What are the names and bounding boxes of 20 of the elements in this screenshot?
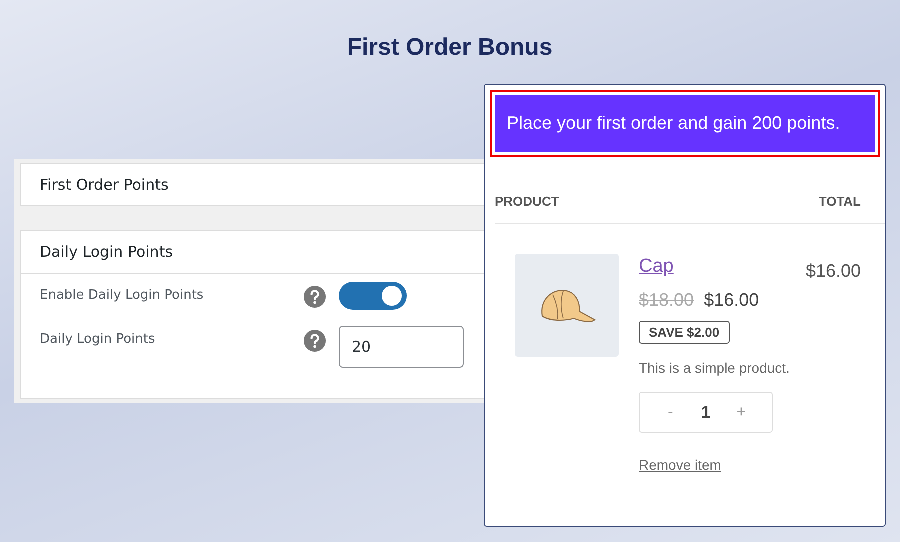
column-header: PRODUCT <box>495 194 560 209</box>
section-title: Daily Login Points <box>40 243 174 261</box>
help-icon[interactable] <box>304 330 326 352</box>
product-description: This is a simple product. <box>639 360 790 376</box>
toggle-switch[interactable] <box>339 282 407 310</box>
page-title: First Order Bonus <box>346 33 554 62</box>
section-title: First Order Points <box>40 176 169 194</box>
field-label: Daily Login Points <box>40 331 156 347</box>
quantity-value[interactable]: 1 <box>701 402 711 422</box>
line-total: $16.00 <box>806 261 861 283</box>
notice-text: Place your first order and gain 200 points. <box>507 113 840 134</box>
help-icon[interactable] <box>304 286 326 308</box>
field-label: Enable Daily Login Points <box>40 287 205 303</box>
product-link[interactable]: Cap <box>639 256 674 278</box>
column-header: TOTAL <box>818 194 861 209</box>
remove-item-link[interactable]: Remove item <box>639 457 722 473</box>
savings-badge: SAVE $2.00 <box>639 321 730 344</box>
number-input[interactable]: 20 <box>339 326 464 368</box>
sale-price: $16.00 <box>704 290 760 311</box>
regular-price: $18.00 <box>639 290 694 311</box>
